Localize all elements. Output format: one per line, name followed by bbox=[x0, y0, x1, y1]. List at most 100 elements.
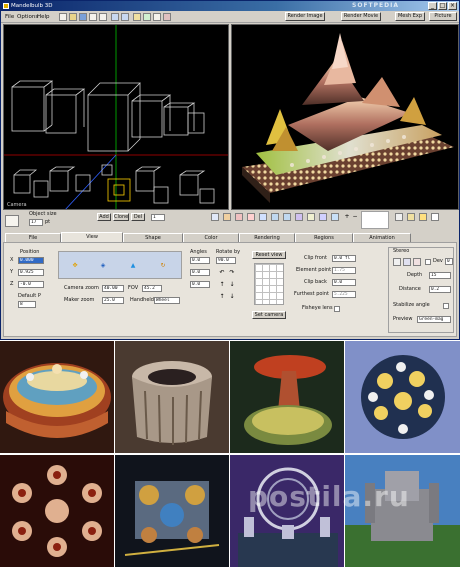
save-parameters-icon[interactable] bbox=[407, 213, 415, 221]
position-z-field[interactable]: -0.0 bbox=[18, 281, 44, 288]
settings-icon[interactable] bbox=[153, 13, 161, 21]
tab-animation[interactable]: Animation bbox=[353, 233, 411, 242]
help-icon[interactable] bbox=[431, 213, 439, 221]
plus-icon[interactable]: + bbox=[343, 213, 351, 221]
angle-c-field[interactable]: 0.0 bbox=[190, 281, 210, 288]
picture-button[interactable]: Picture bbox=[429, 12, 457, 21]
tab-view[interactable]: View bbox=[61, 232, 123, 242]
position-x-field[interactable]: 0.000 bbox=[18, 257, 44, 264]
rotate-left-icon[interactable]: ↶ bbox=[218, 269, 226, 277]
element-point-label: Element point bbox=[296, 267, 332, 273]
minus-icon[interactable]: − bbox=[351, 213, 359, 221]
maker-zoom-label: Maker zoom bbox=[64, 297, 95, 303]
palette-icon[interactable] bbox=[223, 213, 231, 221]
mesh-export-button[interactable]: Mesh Exp bbox=[395, 12, 425, 21]
control-panel: Object size 17 pt Add Clone Del 1 + − Fi… bbox=[1, 211, 459, 339]
new-file-icon[interactable] bbox=[59, 13, 67, 21]
move-icon[interactable] bbox=[319, 213, 327, 221]
del-button[interactable]: Del bbox=[131, 213, 145, 221]
add-button[interactable]: Add bbox=[97, 213, 111, 221]
handheld-select[interactable]: Wheel bbox=[154, 297, 180, 304]
dev-checkbox[interactable] bbox=[425, 259, 431, 265]
stabilize-angle-checkbox[interactable] bbox=[443, 303, 449, 309]
tilt-down-icon[interactable]: ↓ bbox=[228, 293, 236, 301]
rendered-fractal-image bbox=[242, 33, 454, 203]
maximize-icon[interactable]: □ bbox=[438, 2, 447, 10]
angle-b-field[interactable]: 0.0 bbox=[190, 269, 210, 276]
grid-view-icon[interactable] bbox=[211, 213, 219, 221]
tab-color[interactable]: Color bbox=[183, 233, 239, 242]
tilt-up-icon[interactable]: ↑ bbox=[218, 293, 226, 301]
element-point-field[interactable]: 1.75 bbox=[332, 267, 356, 274]
close-icon[interactable]: × bbox=[448, 2, 457, 10]
stereo-anaglyph-icon[interactable] bbox=[403, 258, 411, 266]
clone-button[interactable]: Clone bbox=[113, 213, 129, 221]
render-viewport[interactable] bbox=[231, 24, 459, 210]
reset-view-button[interactable]: Reset view bbox=[252, 251, 286, 259]
stereo-group: Stereo Dev 0 Depth 15 Distance 0.2 Stabi… bbox=[388, 247, 454, 333]
bulb-icon[interactable] bbox=[419, 213, 427, 221]
rotate-icon[interactable]: ◈ bbox=[99, 262, 107, 270]
undo-icon[interactable] bbox=[111, 13, 119, 21]
fisheye-label: Fisheye lens bbox=[302, 305, 333, 311]
menu-help[interactable]: Help bbox=[35, 13, 52, 21]
thumbnail-grid-icon[interactable] bbox=[361, 211, 389, 229]
render-movie-button[interactable]: Render Movie bbox=[341, 12, 381, 21]
zoom-icon[interactable] bbox=[259, 213, 267, 221]
stereo-cross-icon[interactable] bbox=[413, 258, 421, 266]
animation-icon[interactable] bbox=[295, 213, 303, 221]
stabilize-angle-label: Stabilize angle bbox=[393, 302, 430, 308]
stereo-eyes-icon[interactable] bbox=[393, 258, 401, 266]
handheld-label: Handheld bbox=[130, 297, 154, 303]
tab-file[interactable]: File bbox=[5, 233, 61, 242]
zoom-camera-icon[interactable]: ▲ bbox=[129, 262, 137, 270]
stack-icon[interactable] bbox=[283, 213, 291, 221]
object-size-field[interactable]: 17 bbox=[29, 219, 43, 226]
viewport-label: Camera bbox=[7, 202, 27, 208]
stop-icon[interactable] bbox=[163, 13, 171, 21]
rotate-up-icon[interactable]: ↑ bbox=[218, 281, 226, 289]
wireframe-viewport[interactable]: Camera bbox=[3, 24, 229, 210]
furthest-point-field[interactable]: 5.225 bbox=[332, 291, 356, 298]
rotate-by-label: Rotate by bbox=[216, 249, 241, 255]
rotate-by-field[interactable]: 90.0 bbox=[216, 257, 236, 264]
copy-icon[interactable] bbox=[89, 13, 97, 21]
warning-icon[interactable] bbox=[235, 213, 243, 221]
default-p-select[interactable]: 8 bbox=[18, 301, 36, 308]
position-y-field[interactable]: 0.925 bbox=[18, 269, 44, 276]
rotate-right-icon[interactable]: ↷ bbox=[228, 269, 236, 277]
cancel-render-icon[interactable] bbox=[247, 213, 255, 221]
view-grid-preview[interactable] bbox=[254, 263, 284, 305]
preview-select[interactable]: Green-mag bbox=[417, 316, 451, 323]
light-icon[interactable] bbox=[307, 213, 315, 221]
minimize-icon[interactable]: _ bbox=[428, 2, 437, 10]
tab-regions[interactable]: Regions bbox=[295, 233, 353, 242]
fov-field[interactable]: 45.2 bbox=[142, 285, 162, 292]
open-folder-icon[interactable] bbox=[69, 13, 77, 21]
redo-icon[interactable] bbox=[121, 13, 129, 21]
maker-zoom-field[interactable]: 25.0 bbox=[102, 297, 124, 304]
fit-icon[interactable] bbox=[331, 213, 339, 221]
formula-icon[interactable] bbox=[143, 13, 151, 21]
move-left-right-icon[interactable]: ✥ bbox=[71, 262, 79, 270]
tab-shape[interactable]: Shape bbox=[123, 233, 183, 242]
paste-icon[interactable] bbox=[99, 13, 107, 21]
distance-field[interactable]: 0.2 bbox=[429, 286, 451, 293]
layers-icon[interactable] bbox=[271, 213, 279, 221]
depth-field[interactable]: 15 bbox=[429, 272, 451, 279]
rotate-down-icon[interactable]: ↓ bbox=[228, 281, 236, 289]
roll-icon[interactable]: ↻ bbox=[159, 262, 167, 270]
open-parameters-icon[interactable] bbox=[395, 213, 403, 221]
lightning-icon[interactable] bbox=[133, 13, 141, 21]
clip-back-field[interactable]: 0.0 bbox=[332, 279, 356, 286]
render-image-button[interactable]: Render Image bbox=[285, 12, 325, 21]
tab-rendering[interactable]: Rendering bbox=[239, 233, 295, 242]
dev-field[interactable]: 0 bbox=[445, 258, 453, 265]
edit-field[interactable]: 1 bbox=[151, 214, 165, 221]
save-icon[interactable] bbox=[79, 13, 87, 21]
camera-zoom-field[interactable]: 40.00 bbox=[102, 285, 124, 292]
set-camera-button[interactable]: Set camera bbox=[252, 311, 286, 319]
angle-a-field[interactable]: 0.0 bbox=[190, 257, 210, 264]
fisheye-checkbox[interactable] bbox=[334, 306, 340, 312]
clip-front-field[interactable]: 0.0 fl bbox=[332, 255, 356, 262]
